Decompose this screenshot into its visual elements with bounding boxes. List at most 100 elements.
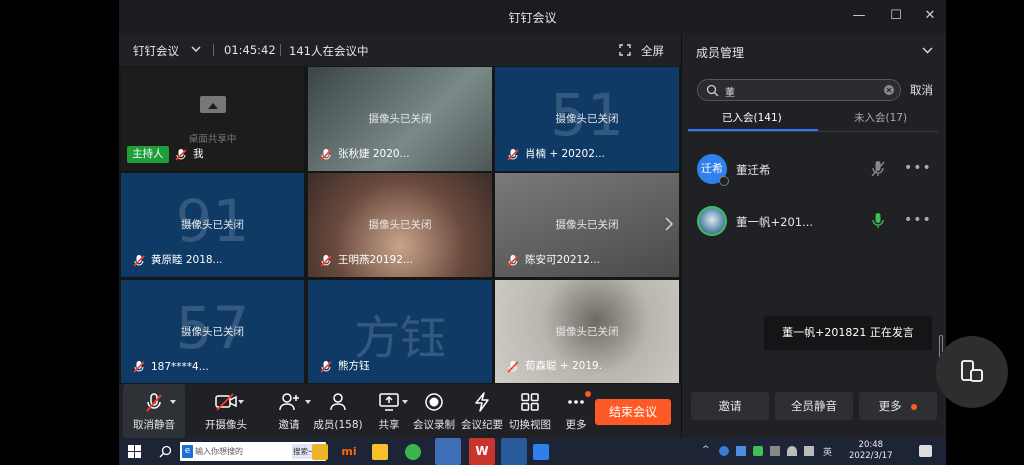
clock-date: 2022/3/17 (849, 451, 893, 461)
share-button[interactable]: 共享 (371, 384, 407, 438)
wps-icon[interactable]: W (469, 438, 495, 465)
screen-share-icon (200, 96, 226, 113)
maximize-button[interactable]: ☐ (885, 6, 907, 26)
meeting-window: 钉钉会议 — ☐ ✕ 钉钉会议 01:45:42 141人在会议中 全屏 桌面共… (119, 0, 946, 438)
speaking-toast: 董一帆+201821 正在发言 (764, 316, 932, 350)
mic-muted-icon[interactable] (870, 160, 886, 178)
bluetooth-icon[interactable] (719, 446, 729, 456)
taskbar-search-box[interactable]: e 输入你想搜的 搜索一下 (180, 442, 326, 461)
floating-rotate-button[interactable] (936, 336, 1008, 408)
wifi-icon[interactable] (787, 446, 797, 456)
participant-name: 张秋婕 2020... (338, 148, 410, 160)
clock-time: 20:48 (858, 440, 884, 450)
summary-label: 会议纪要 (461, 419, 503, 431)
participant-name: 王明燕20192... (338, 254, 413, 266)
more-options-button[interactable]: ••• (904, 160, 932, 176)
member-name: 董迁希 (736, 163, 771, 177)
windows-taskbar: e 输入你想搜的 搜索一下 mi W ^ 英 20:48 2022/3/17 (119, 438, 946, 465)
divider (213, 44, 214, 56)
browser-icon[interactable] (405, 444, 421, 460)
caret-down-icon[interactable] (402, 400, 408, 404)
caret-down-icon[interactable] (305, 400, 311, 404)
volume-icon[interactable] (804, 446, 814, 456)
tab-not-joined[interactable]: 未入会(17) (854, 110, 907, 125)
mi-app-icon[interactable]: mi (341, 444, 357, 460)
fullscreen-button[interactable]: 全屏 (641, 43, 664, 59)
windows-start-icon[interactable] (128, 445, 141, 458)
camera-off-label: 摄像头已关闭 (368, 219, 432, 231)
mic-muted-icon (133, 361, 145, 373)
minimize-button[interactable]: — (848, 6, 870, 26)
mic-active-icon[interactable] (870, 212, 886, 230)
avatar (697, 206, 727, 236)
close-button[interactable]: ✕ (919, 6, 941, 26)
search-icon (706, 84, 719, 97)
app-icon[interactable] (533, 444, 549, 460)
user-icon (330, 393, 346, 411)
camera-off-label: 摄像头已关闭 (368, 113, 432, 125)
wechat-icon[interactable] (753, 446, 763, 456)
members-button[interactable]: 成员(158) (312, 384, 364, 438)
more-options-button[interactable]: ••• (904, 212, 932, 228)
caret-down-icon[interactable] (170, 400, 176, 404)
camera-button[interactable]: 开摄像头 (195, 384, 257, 438)
summary-button[interactable]: 会议纪要 (460, 384, 504, 438)
chevron-down-icon[interactable] (191, 46, 201, 53)
unmute-button[interactable]: 取消静音 (123, 384, 185, 438)
member-row[interactable]: 董一帆+201... ••• (682, 200, 947, 240)
invite-button[interactable]: 邀请 (269, 384, 309, 438)
fullscreen-icon[interactable] (619, 44, 631, 56)
taskbar-search-input[interactable]: 输入你想搜的 (195, 446, 243, 457)
video-tile[interactable]: 摄像头已关闭 荀森聪 + 2019. (495, 280, 679, 383)
notification-dot (585, 391, 591, 397)
tray-chevron-icon[interactable]: ^ (702, 445, 710, 455)
search-input[interactable]: 董 (725, 84, 735, 99)
participant-name: 陈安可20212... (525, 254, 600, 266)
switch-view-button[interactable]: 切换视图 (508, 384, 552, 438)
ime-indicator[interactable]: 英 (823, 445, 832, 458)
video-tile-self[interactable]: 桌面共享中 主持人 我 (121, 67, 304, 171)
avatar-text: 方钰 (354, 311, 446, 365)
tray-app-icon[interactable] (736, 446, 746, 456)
camera-off-label: 摄像头已关闭 (555, 113, 619, 125)
meeting-duration: 01:45:42 (224, 43, 276, 57)
video-tile[interactable]: 摄像头已关闭 陈安可20212... (495, 173, 679, 277)
panel-more-button[interactable]: 更多 (859, 392, 937, 420)
member-search[interactable]: 董 (697, 79, 901, 101)
record-button[interactable]: 会议录制 (412, 384, 456, 438)
grid-view-icon (521, 393, 539, 411)
video-tile[interactable]: 摄像头已关闭 张秋婕 2020... (308, 67, 492, 171)
member-row[interactable]: 迁希 董迁希 ••• (682, 148, 947, 188)
cancel-search-button[interactable]: 取消 (910, 82, 933, 98)
mic-muted-icon (320, 149, 332, 161)
tab-joined[interactable]: 已入会(141) (722, 110, 782, 125)
dingtalk-taskbar-icon[interactable] (435, 438, 461, 465)
notification-center-icon[interactable] (919, 445, 932, 457)
video-tile[interactable]: 方钰 熊方钰 (308, 280, 492, 383)
taskbar-clock[interactable]: 20:48 2022/3/17 (849, 440, 893, 462)
folder-icon[interactable] (372, 444, 388, 460)
meeting-name[interactable]: 钉钉会议 (133, 43, 179, 59)
camera-off-label: 摄像头已关闭 (555, 326, 619, 338)
caret-down-icon[interactable] (238, 400, 244, 404)
video-tile[interactable]: 摄像头已关闭 王明燕20192... (308, 173, 492, 277)
video-tile[interactable]: 57 摄像头已关闭 187****4... (121, 280, 304, 383)
file-explorer-icon[interactable] (312, 444, 328, 460)
invite-panel-button[interactable]: 邀请 (691, 392, 769, 420)
more-label: 更多 (565, 419, 587, 431)
mic-muted-icon (507, 361, 519, 373)
mic-muted-icon (507, 149, 519, 161)
video-tile[interactable]: 51 摄像头已关闭 肖楠 + 20202... (495, 67, 679, 171)
meeting-app-icon[interactable] (501, 438, 527, 465)
camera-label: 开摄像头 (205, 419, 247, 431)
search-icon[interactable] (159, 445, 172, 458)
mute-all-button[interactable]: 全员静音 (775, 392, 853, 420)
clear-icon[interactable] (884, 85, 894, 95)
battery-icon[interactable] (770, 446, 780, 456)
end-meeting-button[interactable]: 结束会议 (595, 399, 671, 425)
mic-muted-icon (320, 361, 332, 373)
chevron-down-icon[interactable] (922, 47, 933, 54)
chevron-right-icon[interactable] (665, 217, 673, 231)
video-tile[interactable]: 91 摄像头已关闭 黄原睦 2018... (121, 173, 304, 277)
meeting-info-bar: 钉钉会议 01:45:42 141人在会议中 全屏 (119, 33, 681, 66)
